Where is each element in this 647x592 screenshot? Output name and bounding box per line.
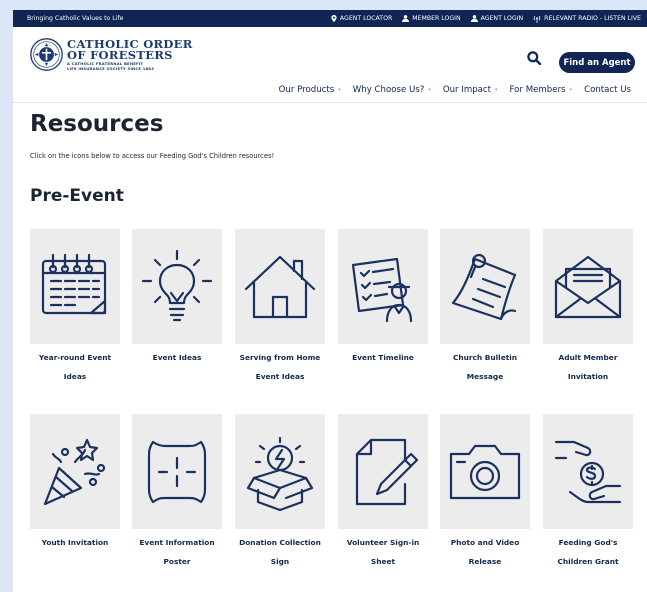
house-icon [244,255,316,318]
main-navigation: Our Products ▾ Why Choose Us? ▾ Our Impact… [279,85,631,95]
resource-label: Volunteer Sign-in Sheet [346,538,420,566]
user-icon [470,15,478,22]
nav-for-members[interactable]: For Members ▾ [510,85,573,95]
nav-label: Our Products [278,85,335,95]
camera-icon [449,444,521,499]
intro-text: Click on the icons below to access our F… [30,152,275,160]
location-pin-icon [331,15,337,22]
pinned-note-icon [451,253,517,320]
resource-card-event-timeline[interactable]: Event Timeline [338,229,428,367]
web-page: Bringing Catholic Values to Life AGENT L… [13,10,647,592]
resource-label: Year-round Event Ideas [38,353,112,381]
nav-label: For Members [509,85,566,95]
agent-login-link[interactable]: AGENT LOGIN [470,15,524,23]
main-content: Resources Click on the icons below to ac… [30,113,640,205]
resource-label: Feeding God's Children Grant [557,538,619,566]
checklist-icon [351,257,413,322]
resource-label: Event Timeline [352,353,414,362]
resource-tile [440,414,530,529]
calendar-icon [41,253,107,314]
resource-tile [338,229,428,344]
resource-tile [132,229,222,344]
resource-label: Photo and Video Release [450,538,520,566]
agent-login-label: AGENT LOGIN [480,15,524,22]
logo-tagline-2: LIFE INSURANCE SOCIETY SINCE 1883 [67,65,155,71]
resource-card-feeding-gods-children-grant[interactable]: Feeding God's Children Grant [543,414,633,571]
resource-label: Serving from Home Event Ideas [239,353,321,381]
resource-card-adult-member-invitation[interactable]: Adult Member Invitation [543,229,633,386]
resource-card-volunteer-sign-in-sheet[interactable]: Volunteer Sign-in Sheet [338,414,428,571]
nav-label: Contact Us [584,85,631,95]
resource-label: Event Information Poster [139,538,215,566]
utility-links: AGENT LOCATOR MEMBER LOGIN AGENT LOGIN R… [331,15,641,23]
resource-card-photo-video-release[interactable]: Photo and Video Release [440,414,530,571]
nav-our-products[interactable]: Our Products ▾ [279,85,341,95]
utility-bar: Bringing Catholic Values to Life AGENT L… [13,10,647,27]
chevron-down-icon: ▾ [338,87,341,93]
agent-locator-label: AGENT LOCATOR [339,15,393,22]
resource-tile [30,414,120,529]
resource-card-youth-invitation[interactable]: Youth Invitation [30,414,120,552]
document-pencil-icon [355,438,419,505]
hand-coin-icon [554,440,622,503]
resource-card-event-information-poster[interactable]: Event Information Poster [132,414,222,571]
page-title: Resources [30,111,164,137]
search-icon[interactable] [527,51,541,65]
resource-tile [235,229,325,344]
resource-label: Church Bulletin Message [452,353,518,381]
site-logo[interactable]: CATHOLIC ORDER OF FORESTERS A CATHOLIC F… [30,38,193,71]
nav-label: Our Impact [442,85,492,95]
resource-label: Youth Invitation [41,538,109,547]
nav-why-choose-us[interactable]: Why Choose Us? ▾ [353,85,431,95]
resource-label: Donation Collection Sign [239,538,321,566]
radio-icon [533,15,541,23]
resource-tile [132,414,222,529]
tagline: Bringing Catholic Values to Life [27,15,124,22]
chevron-down-icon: ▾ [428,87,431,93]
party-popper-icon [43,438,106,505]
resource-tile [235,414,325,529]
envelope-icon [554,255,622,318]
find-an-agent-button[interactable]: Find an Agent [559,52,635,73]
poster-icon [147,440,207,503]
relevant-radio-link[interactable]: RELEVANT RADIO - LISTEN LIVE [533,15,641,23]
resource-tile [440,229,530,344]
resource-tile [30,229,120,344]
lightbulb-icon [141,249,213,321]
idea-box-icon [246,436,314,511]
chevron-down-icon: ▾ [495,87,498,93]
resource-label: Event Ideas [152,353,202,362]
member-login-link[interactable]: MEMBER LOGIN [402,15,461,23]
agent-locator-link[interactable]: AGENT LOCATOR [331,15,392,23]
logo-line-2: OF FORESTERS [67,47,173,62]
resource-tile [338,414,428,529]
chevron-down-icon: ▾ [569,87,573,93]
nav-our-impact[interactable]: Our Impact ▾ [443,85,498,95]
nav-contact-us[interactable]: Contact Us [584,85,631,95]
section-title: Pre-Event [30,186,124,206]
nav-label: Why Choose Us? [352,85,425,95]
relevant-radio-label: RELEVANT RADIO - LISTEN LIVE [544,15,641,22]
resource-card-church-bulletin[interactable]: Church Bulletin Message [440,229,530,386]
site-header: CATHOLIC ORDER OF FORESTERS A CATHOLIC F… [13,27,647,103]
resource-card-year-round-event-ideas[interactable]: Year-round Event Ideas [30,229,120,386]
resource-card-serving-from-home[interactable]: Serving from Home Event Ideas [235,229,325,386]
resource-tile [543,414,633,529]
resource-tile [543,229,633,344]
resource-card-event-ideas[interactable]: Event Ideas [132,229,222,367]
user-icon [402,15,410,22]
logo-wordmark: CATHOLIC ORDER OF FORESTERS A CATHOLIC F… [67,38,193,71]
resource-card-donation-collection-sign[interactable]: Donation Collection Sign [235,414,325,571]
resource-label: Adult Member Invitation [558,353,618,381]
member-login-label: MEMBER LOGIN [412,15,461,22]
order-seal-icon [30,38,63,71]
